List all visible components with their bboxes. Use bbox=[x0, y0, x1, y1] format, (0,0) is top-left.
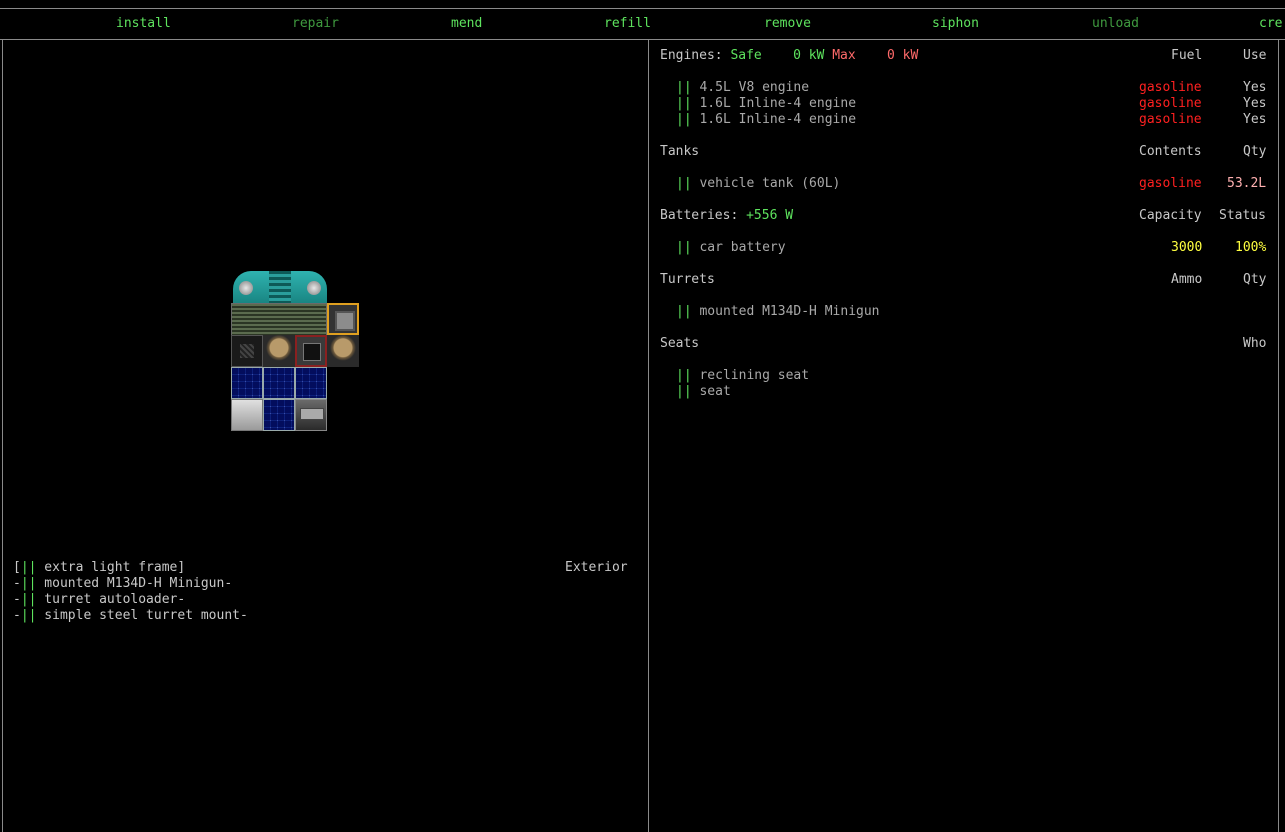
vehicle-action-menu: install repair mend refill remove siphon… bbox=[0, 8, 1285, 40]
seat-row[interactable]: || seat bbox=[676, 384, 731, 400]
engine-use: Yes bbox=[1243, 80, 1267, 95]
battery-status: 100% bbox=[1235, 240, 1267, 255]
battery-row[interactable]: || car battery bbox=[676, 240, 786, 256]
menu-unload[interactable]: unload bbox=[1092, 17, 1139, 31]
engines-header: Engines: Safe 0 kW Max 0 kW bbox=[660, 48, 919, 63]
engine-use: Yes bbox=[1243, 96, 1267, 111]
solar-panel-tile[interactable] bbox=[295, 367, 327, 399]
seats-header: Seats bbox=[660, 336, 700, 351]
turret-cursor-tile[interactable] bbox=[327, 303, 359, 335]
menu-install[interactable]: install bbox=[116, 17, 171, 31]
turrets-header: Turrets bbox=[660, 272, 715, 287]
frame-grille-tile[interactable] bbox=[231, 303, 327, 337]
engine-row[interactable]: || 4.5L V8 engine bbox=[676, 80, 809, 96]
menu-refill[interactable]: refill bbox=[604, 17, 651, 31]
seat-tile[interactable] bbox=[263, 335, 295, 367]
part-list-item[interactable]: [|| extra light frame] bbox=[13, 560, 185, 576]
menu-mend[interactable]: mend bbox=[451, 17, 482, 31]
menu-remove[interactable]: remove bbox=[764, 17, 811, 31]
col-status: Status bbox=[1219, 208, 1266, 223]
part-list-item[interactable]: -|| turret autoloader- bbox=[13, 592, 185, 608]
col-who: Who bbox=[1243, 336, 1267, 351]
menu-siphon[interactable]: siphon bbox=[932, 17, 979, 31]
col-capacity: Capacity bbox=[1139, 208, 1202, 223]
engine-row[interactable]: || 1.6L Inline-4 engine bbox=[676, 112, 856, 128]
col-use: Use bbox=[1243, 48, 1267, 63]
vehicle-info-pane: Engines: Safe 0 kW Max 0 kW Fuel Use || … bbox=[650, 40, 1279, 832]
tanks-header: Tanks bbox=[660, 144, 700, 159]
engine-fuel: gasoline bbox=[1139, 80, 1202, 95]
menu-crew[interactable]: cre bbox=[1259, 17, 1282, 31]
battery-capacity: 3000 bbox=[1171, 240, 1203, 255]
engine-fuel: gasoline bbox=[1139, 112, 1202, 127]
vehicle-sprite-map[interactable] bbox=[231, 271, 361, 431]
engine-row[interactable]: || 1.6L Inline-4 engine bbox=[676, 96, 856, 112]
seat-tile[interactable] bbox=[327, 335, 359, 367]
batteries-header: Batteries: +556 W bbox=[660, 208, 794, 223]
tank-tile[interactable] bbox=[295, 335, 327, 367]
minigun-icon bbox=[335, 311, 355, 331]
seat-row[interactable]: || reclining seat bbox=[676, 368, 809, 384]
tank-contents: gasoline bbox=[1139, 176, 1202, 191]
engine-use: Yes bbox=[1243, 112, 1267, 127]
solar-panel-tile[interactable] bbox=[263, 367, 295, 399]
turret-row[interactable]: || mounted M134D-H Minigun bbox=[676, 304, 880, 320]
solar-panel-tile[interactable] bbox=[263, 399, 295, 431]
part-location-label: Exterior bbox=[565, 560, 628, 575]
engine-fuel: gasoline bbox=[1139, 96, 1202, 111]
col-qty: Qty bbox=[1243, 272, 1267, 287]
tank-qty: 53.2L bbox=[1227, 176, 1267, 191]
col-fuel: Fuel bbox=[1171, 48, 1203, 63]
headlight-icon bbox=[239, 281, 253, 295]
vehicle-map-pane: [|| extra light frame] Exterior -|| moun… bbox=[2, 40, 649, 832]
col-contents: Contents bbox=[1139, 144, 1202, 159]
col-ammo: Ammo bbox=[1171, 272, 1203, 287]
engine-tile[interactable] bbox=[295, 399, 327, 431]
headlight-icon bbox=[307, 281, 321, 295]
part-list-item[interactable]: -|| simple steel turret mount- bbox=[13, 608, 248, 624]
armor-plate-tile[interactable] bbox=[231, 399, 263, 431]
tank-row[interactable]: || vehicle tank (60L) bbox=[676, 176, 840, 192]
battery-tile[interactable] bbox=[231, 335, 263, 367]
solar-panel-tile[interactable] bbox=[231, 367, 263, 399]
col-qty: Qty bbox=[1243, 144, 1267, 159]
menu-repair[interactable]: repair bbox=[292, 17, 339, 31]
part-list-item[interactable]: -|| mounted M134D-H Minigun- bbox=[13, 576, 232, 592]
